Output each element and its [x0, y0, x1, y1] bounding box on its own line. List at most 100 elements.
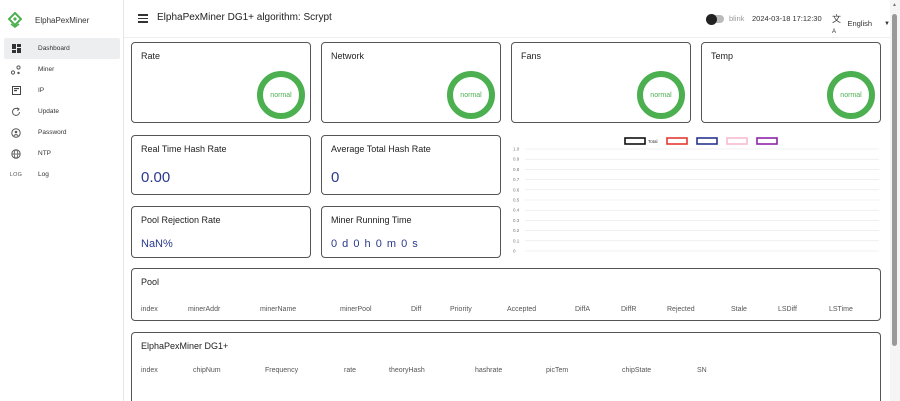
- avg-hash-rate-value: 0: [331, 169, 340, 186]
- column-header: rate: [344, 367, 357, 374]
- datetime-display: 2024-03-18 17:12:30: [752, 14, 822, 23]
- language-label: English: [847, 19, 873, 28]
- card-title: ElphaPexMiner DG1+: [141, 341, 229, 351]
- pool-table-header: index minerAddr minerName minerPool Diff Prio…: [141, 306, 881, 318]
- y-tick-label: 0.2: [513, 228, 520, 233]
- card-title: Pool Rejection Rate: [141, 215, 221, 225]
- update-icon: [9, 106, 23, 118]
- column-header: theoryHash: [389, 367, 425, 374]
- miner-icon: [9, 64, 23, 76]
- status-ring: normal: [637, 71, 685, 119]
- ip-icon: [9, 85, 23, 97]
- legend-swatch[interactable]: [624, 137, 646, 145]
- scroll-up-icon[interactable]: ▲: [892, 2, 897, 8]
- column-header: Accepted: [507, 306, 537, 313]
- pool-rejection-card: Pool Rejection Rate NaN%: [131, 206, 311, 258]
- miner-table-header: index chipNum Frequency rate theoryHash hashr…: [141, 367, 881, 379]
- sidebar-item-label: Log: [38, 171, 49, 178]
- column-header: minerName: [260, 306, 297, 313]
- network-card: Network normal: [321, 42, 501, 123]
- sidebar-item-label: Password: [38, 129, 67, 136]
- card-title: Rate: [141, 51, 161, 61]
- card-title: Network: [331, 51, 365, 61]
- toggle-knob: [706, 13, 717, 25]
- status-ring: normal: [447, 71, 495, 119]
- column-header: minerPool: [340, 306, 372, 313]
- sidebar-nav: Dashboard Miner IP Update Password NTP L…: [4, 38, 120, 185]
- sidebar-item-label: Update: [38, 108, 59, 115]
- scrollbar-thumb[interactable]: [892, 14, 897, 346]
- sidebar-item-miner[interactable]: Miner: [4, 59, 120, 80]
- sidebar-item-label: NTP: [38, 150, 51, 157]
- page-title: ElphaPexMiner DG1+ algorithm: Scrypt: [157, 12, 332, 23]
- y-tick-label: 0.8: [513, 167, 520, 172]
- legend-swatch[interactable]: [696, 137, 718, 145]
- temp-card: Temp normal: [701, 42, 881, 123]
- y-tick-label: 0.7: [513, 177, 520, 182]
- legend-swatch[interactable]: [726, 137, 748, 145]
- miner-card: ElphaPexMiner DG1+ index chipNum Frequency…: [131, 332, 881, 401]
- fans-card: Fans normal: [511, 42, 691, 123]
- running-time-value: 0 d 0 h 0 m 0 s: [331, 238, 419, 250]
- rate-card: Rate normal: [131, 42, 311, 123]
- status-ring: normal: [257, 71, 305, 119]
- sidebar-item-log[interactable]: LOG Log: [4, 164, 120, 185]
- y-tick-label: 1.0: [513, 147, 520, 152]
- brand[interactable]: ElphaPexMiner: [8, 10, 89, 30]
- card-title: Fans: [521, 51, 542, 61]
- realtime-hash-rate-value: 0.00: [141, 169, 171, 186]
- logo-icon: [8, 12, 22, 28]
- ntp-icon: [9, 148, 23, 160]
- column-header: DiffA: [575, 306, 591, 313]
- legend-swatch[interactable]: [756, 137, 778, 145]
- sidebar-item-label: Dashboard: [38, 45, 70, 52]
- column-header: chipState: [622, 367, 652, 374]
- y-tick-label: 0.9: [513, 157, 520, 162]
- sidebar-item-ip[interactable]: IP: [4, 80, 120, 101]
- y-tick-label: 0.5: [513, 198, 520, 203]
- password-icon: [9, 127, 23, 139]
- sidebar-item-update[interactable]: Update: [4, 101, 120, 122]
- sidebar-item-label: IP: [38, 87, 45, 94]
- sidebar-item-password[interactable]: Password: [4, 122, 120, 143]
- column-header: Rejected: [667, 306, 695, 313]
- card-title: Temp: [711, 51, 734, 61]
- status-text: normal: [650, 91, 672, 99]
- blink-label: blink: [729, 14, 745, 23]
- y-tick-label: 0.6: [513, 187, 520, 192]
- y-tick-label: 0.3: [513, 218, 520, 223]
- column-header: SN: [697, 367, 707, 374]
- card-title: Pool: [141, 277, 160, 287]
- sidebar-item-dashboard[interactable]: Dashboard: [4, 38, 120, 59]
- pool-card: Pool index minerAddr minerName minerPool Dif…: [131, 268, 881, 321]
- column-header: LSTime: [829, 306, 853, 313]
- running-time-card: Miner Running Time 0 d 0 h 0 m 0 s: [321, 206, 501, 258]
- translate-icon: 文A: [832, 14, 842, 35]
- column-header: Frequency: [265, 367, 299, 374]
- column-header: Stale: [731, 306, 747, 313]
- log-icon-text: LOG: [9, 171, 23, 178]
- language-selector[interactable]: 文A English ▼: [832, 12, 890, 35]
- y-tick-label: 0.4: [513, 208, 520, 213]
- menu-icon[interactable]: [138, 14, 148, 23]
- scrollbar[interactable]: ▲: [890, 0, 900, 401]
- sidebar-item-ntp[interactable]: NTP: [4, 143, 120, 164]
- legend-swatch[interactable]: [666, 137, 688, 145]
- column-header: hashrate: [475, 367, 503, 374]
- column-header: index: [141, 367, 158, 374]
- status-text: normal: [270, 91, 292, 99]
- hashrate-chart: 1.0 0.9 0.8 0.7 0.6 0.5 0.4 0.3 0.2 0.1 0 Total: [513, 137, 879, 254]
- column-header: index: [141, 306, 158, 313]
- status-ring: normal: [827, 71, 875, 119]
- column-header: minerAddr: [188, 306, 221, 313]
- column-header: LSDiff: [778, 306, 797, 313]
- status-text: normal: [460, 91, 482, 99]
- blink-toggle[interactable]: [706, 13, 724, 25]
- card-title: Real Time Hash Rate: [141, 144, 227, 154]
- column-header: Priority: [450, 306, 472, 313]
- card-title: Average Total Hash Rate: [331, 144, 431, 154]
- legend-label[interactable]: Total: [648, 139, 658, 144]
- top-header: ElphaPexMiner DG1+ algorithm: Scrypt bli…: [124, 0, 890, 38]
- sidebar: ElphaPexMiner Dashboard Miner IP Update: [0, 0, 124, 401]
- realtime-hash-rate-card: Real Time Hash Rate 0.00: [131, 135, 311, 195]
